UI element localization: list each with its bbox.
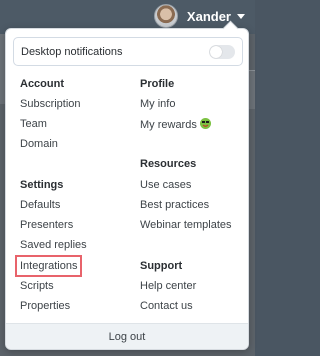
menu-item-presenters[interactable]: Presenters <box>20 219 73 231</box>
account-section-title: Account <box>20 78 64 90</box>
menu-item-help-center[interactable]: Help center <box>140 280 196 292</box>
menu-item-my-info[interactable]: My info <box>140 98 175 110</box>
menu-item-properties[interactable]: Properties <box>20 300 70 312</box>
caret-down-icon[interactable] <box>237 13 245 19</box>
menu-item-domain[interactable]: Domain <box>20 138 58 150</box>
integrations-highlight-box <box>15 255 82 277</box>
my-rewards-label[interactable]: My rewards <box>140 119 197 131</box>
support-section-title: Support <box>140 260 183 272</box>
menu-item-best-practices[interactable]: Best practices <box>140 199 209 211</box>
settings-section-title: Settings <box>20 179 64 191</box>
menu-item-contact-us[interactable]: Contact us <box>140 300 193 312</box>
resources-section-title: Resources <box>140 158 197 170</box>
profile-section-title: Profile <box>140 78 175 90</box>
logout-label[interactable]: Log out <box>109 331 146 343</box>
user-dropdown-menu: Desktop notifications Account Subscripti… <box>5 20 249 350</box>
menu-item-saved-replies[interactable]: Saved replies <box>20 239 87 251</box>
toggle-knob <box>210 45 222 58</box>
menu-item-subscription[interactable]: Subscription <box>20 98 81 110</box>
menu-item-scripts[interactable]: Scripts <box>20 280 54 292</box>
username[interactable]: Xander <box>187 9 231 24</box>
desktop-notifications-toggle[interactable] <box>209 44 235 59</box>
desktop-notifications-row: Desktop notifications <box>13 37 243 66</box>
menu-item-use-cases[interactable]: Use cases <box>140 179 191 191</box>
menu-item-defaults[interactable]: Defaults <box>20 199 60 211</box>
green-smiley-icon <box>199 118 211 129</box>
desktop-notifications-label: Desktop notifications <box>21 45 123 58</box>
menu-item-webinar-templates[interactable]: Webinar templates <box>140 219 232 231</box>
menu-item-my-rewards[interactable]: My rewards <box>140 118 211 131</box>
avatar[interactable] <box>153 4 178 28</box>
logout-button[interactable]: Log out <box>6 323 248 349</box>
menu-item-team[interactable]: Team <box>20 118 47 130</box>
